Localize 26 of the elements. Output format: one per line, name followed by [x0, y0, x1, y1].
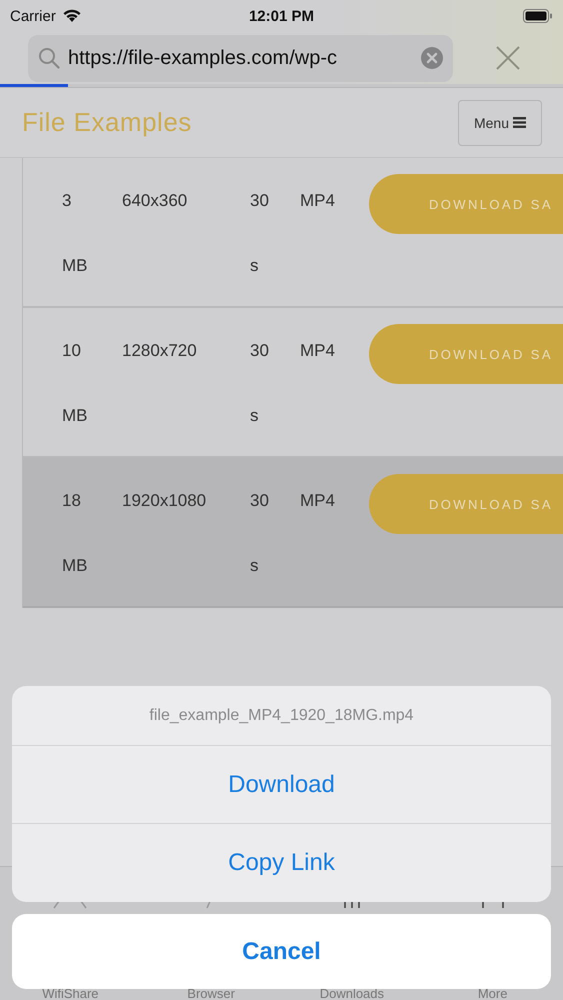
table-cell-text: 30 s [250, 190, 270, 277]
table-cell-text: 30 s [250, 340, 270, 427]
battery-icon [522, 9, 553, 23]
table-cell-text: MP4 [300, 490, 336, 512]
cancel-button[interactable]: Cancel [12, 914, 551, 989]
table-cell-text: 1920x1080 [122, 490, 208, 512]
address-field[interactable]: https://file-examples.com/wp-c [28, 34, 453, 82]
sheet-action[interactable]: Copy Link [12, 824, 551, 902]
table-cell-text: MP4 [300, 340, 336, 362]
table-cell-text: 3 MB [62, 190, 88, 277]
wifi-icon [62, 9, 82, 23]
carrier-label: Carrier [10, 8, 56, 24]
sheet-title: file_example_MP4_1920_18MG.mp4 [12, 686, 551, 746]
sheet-action[interactable]: Download [12, 746, 551, 824]
table-cell-text: 640x360 [122, 190, 188, 212]
clear-icon[interactable] [421, 47, 443, 69]
menu-icon [513, 117, 526, 128]
table-cell-text: 18 MB [62, 490, 88, 577]
status-time: 12:01 PM [248, 8, 314, 24]
table-cell-text: 10 MB [62, 340, 88, 427]
table-cell-text: MP4 [300, 190, 336, 212]
menu-button[interactable]: Menu [458, 100, 542, 146]
table-cell-text: 30 s [250, 490, 270, 577]
search-icon [38, 47, 60, 69]
close-icon[interactable] [495, 45, 521, 71]
table-cell-text: 1280x720 [122, 340, 198, 362]
